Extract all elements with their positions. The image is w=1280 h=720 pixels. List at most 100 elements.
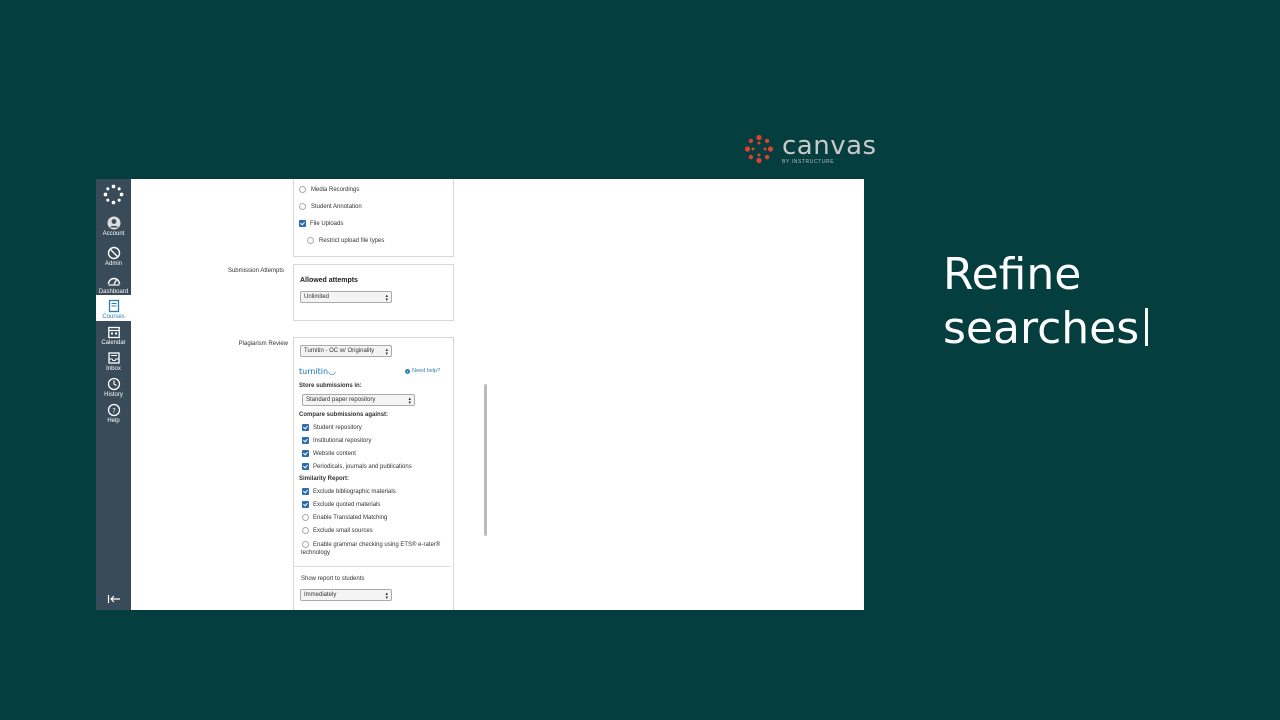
global-navigation: Account Admin Dashboard Courses Calendar…	[96, 179, 131, 610]
compare-option[interactable]: Website content	[302, 450, 356, 457]
nav-help-label: Help	[107, 418, 120, 424]
clock-icon	[107, 377, 120, 391]
turnitin-scrollbar[interactable]	[484, 384, 487, 536]
compare-label: Periodicals, journals and publications	[313, 463, 412, 470]
panel-divider	[294, 566, 451, 567]
similarity-checkbox[interactable]	[302, 488, 309, 495]
allowed-attempts-value: Unlimited	[304, 294, 330, 300]
file-uploads-option[interactable]: File Uploads	[299, 220, 343, 227]
nav-courses[interactable]: Courses	[96, 295, 131, 321]
nav-account[interactable]: Account	[96, 216, 131, 237]
account-icon	[107, 216, 120, 230]
nav-courses-label: Courses	[102, 314, 125, 320]
need-help-link[interactable]: i Need help?	[405, 368, 440, 374]
show-report-select[interactable]: Immediately ▴ ▾	[300, 589, 392, 601]
need-help-label: Need help?	[412, 368, 441, 374]
select-arrows-icon: ▴ ▾	[385, 591, 388, 601]
similarity-option[interactable]: Exclude quoted materials	[302, 501, 380, 508]
show-report-value: Immediately	[304, 592, 337, 598]
similarity-label: Exclude quoted materials	[313, 501, 381, 508]
nav-account-label: Account	[102, 231, 125, 237]
compare-checkbox[interactable]	[302, 424, 309, 431]
show-report-label-text: Show report to students	[301, 576, 365, 582]
compare-option[interactable]: Student repository	[302, 424, 362, 431]
compare-label: Student repository	[313, 424, 362, 431]
book-icon	[108, 299, 119, 313]
store-submissions-value: Standard paper repository	[306, 397, 376, 403]
help-icon: ?	[107, 403, 120, 417]
calendar-icon	[107, 326, 120, 339]
grammar-checking-label-cont: technology	[301, 550, 331, 556]
nav-history-label: History	[104, 392, 123, 398]
nav-inbox[interactable]: Inbox	[96, 351, 131, 372]
dashboard-icon	[107, 277, 120, 286]
compare-checkbox[interactable]	[302, 437, 309, 444]
compare-label: Website content	[313, 450, 356, 457]
media-recordings-checkbox[interactable]	[299, 186, 306, 193]
turnitin-logo: turnitin◡	[299, 367, 336, 377]
student-annotation-label: Student Annotation	[311, 203, 362, 210]
plagiarism-review-panel	[293, 337, 454, 610]
store-submissions-select[interactable]: Standard paper repository ▴ ▾	[302, 394, 415, 406]
similarity-option[interactable]: Exclude small sources	[302, 527, 373, 534]
restrict-file-types-checkbox[interactable]	[307, 237, 314, 244]
nav-inbox-label: Inbox	[106, 366, 121, 372]
media-recordings-option[interactable]: Media Recordings	[299, 186, 359, 193]
allowed-attempts-heading: Allowed attempts	[300, 277, 358, 284]
nav-dashboard[interactable]: Dashboard	[96, 274, 131, 295]
compare-option[interactable]: Institutional repository	[302, 437, 371, 444]
similarity-checkbox[interactable]	[302, 527, 309, 534]
svg-text:?: ?	[112, 407, 116, 415]
student-annotation-option[interactable]: Student Annotation	[299, 203, 362, 210]
info-icon: i	[405, 368, 410, 374]
similarity-option[interactable]: Enable Translated Matching	[302, 514, 387, 521]
headline-line1: Refine	[943, 249, 1082, 300]
restrict-file-types-option[interactable]: Restrict upload file types	[307, 237, 384, 244]
file-uploads-label: File Uploads	[310, 220, 344, 227]
compare-submissions-heading: Compare submissions against:	[299, 412, 389, 418]
turnitin-logo-text: turnitin	[299, 367, 329, 376]
select-arrows-icon: ▴ ▾	[385, 293, 388, 303]
compare-option[interactable]: Periodicals, journals and publications	[302, 463, 412, 470]
headline-line2-wrap: searches	[943, 302, 1149, 356]
nav-admin-label: Admin	[104, 261, 122, 267]
nav-calendar-label: Calendar	[101, 340, 126, 346]
grammar-checking-label: Enable grammar checking using ETS® e-rat…	[313, 541, 441, 548]
show-report-label: Show report to students	[301, 576, 364, 582]
nav-admin[interactable]: Admin	[96, 246, 131, 267]
allowed-attempts-select[interactable]: Unlimited ▴ ▾	[300, 291, 392, 303]
canvas-nav-logo-icon[interactable]	[103, 184, 124, 205]
similarity-label: Enable Translated Matching	[313, 514, 388, 521]
nav-history[interactable]: History	[96, 377, 131, 398]
similarity-checkbox[interactable]	[302, 514, 309, 521]
plagiarism-tool-select[interactable]: Turnitin - OC w/ Originality ▴ ▾	[300, 345, 392, 357]
submission-attempts-label: Submission Attempts	[227, 268, 284, 274]
assignment-edit-content: Media Recordings Student Annotation File…	[131, 179, 864, 610]
similarity-option[interactable]: Exclude bibliographic materials	[302, 488, 396, 495]
similarity-label: Exclude bibliographic materials	[313, 488, 396, 495]
file-uploads-checkbox[interactable]	[299, 220, 306, 227]
store-submissions-heading: Store submissions in:	[299, 383, 362, 389]
select-arrows-icon: ▴ ▾	[408, 396, 411, 406]
nav-help[interactable]: ? Help	[96, 403, 131, 424]
canvas-screenshot: Account Admin Dashboard Courses Calendar…	[96, 179, 864, 610]
inbox-icon	[107, 352, 120, 364]
compare-checkbox[interactable]	[302, 463, 309, 470]
compare-label: Institutional repository	[313, 437, 372, 444]
select-arrows-icon: ▴ ▾	[385, 347, 388, 357]
headline-line2: searches	[943, 303, 1140, 354]
text-cursor	[1145, 308, 1149, 346]
collapse-nav-icon[interactable]	[107, 594, 121, 604]
compare-checkbox[interactable]	[302, 450, 309, 457]
restrict-file-types-label: Restrict upload file types	[319, 237, 385, 244]
nav-calendar[interactable]: Calendar	[96, 325, 131, 346]
grammar-checking-label-2: technology	[301, 550, 330, 556]
grammar-checking-checkbox[interactable]	[302, 541, 309, 548]
grammar-checking-option[interactable]: Enable grammar checking using ETS® e-rat…	[302, 541, 440, 548]
canvas-logo: canvas BY INSTRUCTURE	[744, 133, 877, 165]
shield-icon	[107, 246, 120, 260]
brand-word: canvas	[782, 131, 877, 161]
similarity-checkbox[interactable]	[302, 501, 309, 508]
similarity-label: Exclude small sources	[313, 527, 373, 534]
student-annotation-checkbox[interactable]	[299, 203, 306, 210]
